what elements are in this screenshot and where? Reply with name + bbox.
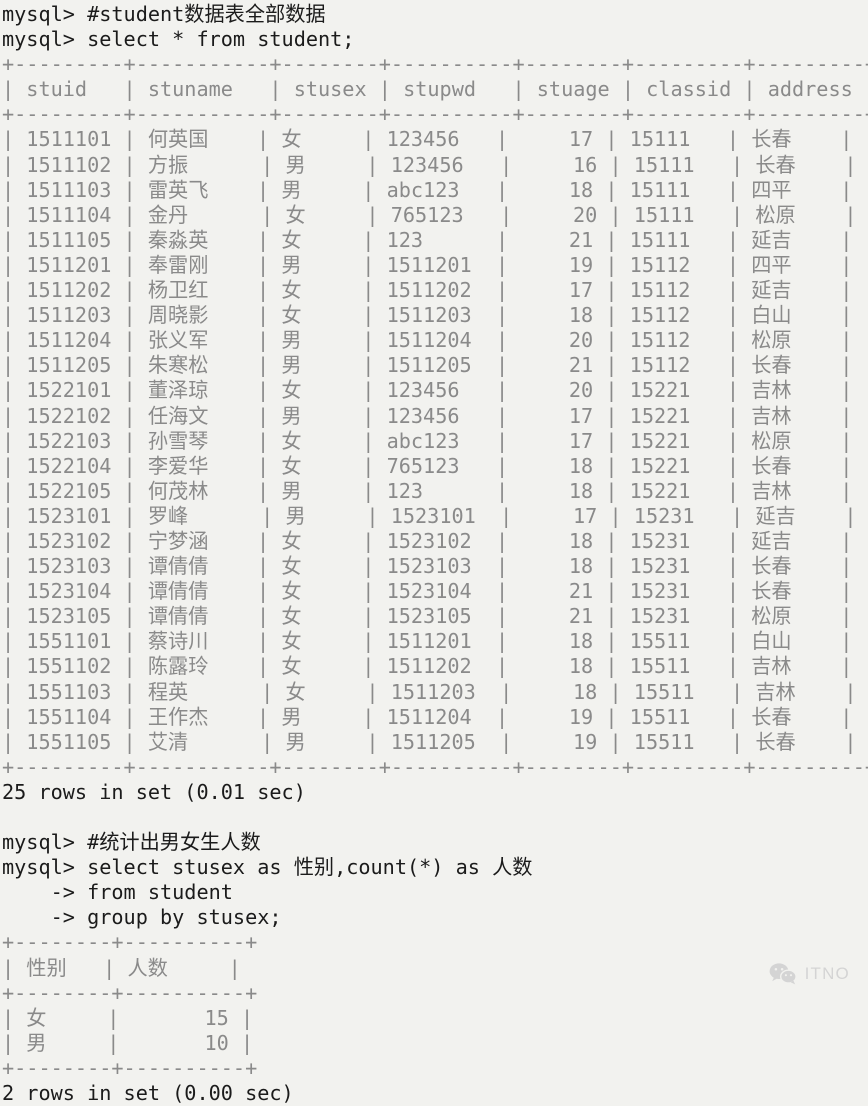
- table-row: | 1522103 | 孙雪琴 | 女 | abc123 | 17 | 1522…: [2, 428, 853, 453]
- table-rule: +---------+-----------+--------+--------…: [2, 102, 868, 127]
- table-row: | 1522105 | 何茂林 | 男 | 123 | 18 | 15221 |…: [2, 478, 853, 503]
- table-row: | 男 | 10 |: [2, 1030, 254, 1055]
- table-row: | 1511101 | 何英国 | 女 | 123456 | 17 | 1511…: [2, 127, 853, 152]
- result-footer: 25 rows in set (0.01 sec): [2, 779, 306, 804]
- table-row: | 1511205 | 朱寒松 | 男 | 1511205 | 21 | 151…: [2, 353, 853, 378]
- result-footer: 2 rows in set (0.00 sec): [2, 1081, 294, 1106]
- table-rule: +---------+-----------+--------+--------…: [2, 52, 868, 77]
- table-row: | 1511104 | 金丹 | 女 | 765123 | 20 | 15111…: [2, 202, 857, 227]
- table-row: | 1522101 | 董泽琼 | 女 | 123456 | 20 | 1522…: [2, 378, 853, 403]
- terminal-command-line: mysql> #student数据表全部数据: [2, 2, 326, 26]
- table-row: | 1511105 | 秦淼英 | 女 | 123 | 21 | 15111 |…: [2, 227, 853, 252]
- table-rule: +--------+----------+: [2, 980, 258, 1005]
- table-row: | 1551104 | 王作杰 | 男 | 1511204 | 19 | 155…: [2, 704, 853, 729]
- table-row: | 1523104 | 谭倩倩 | 女 | 1523104 | 21 | 152…: [2, 579, 853, 604]
- table-row: | 1522104 | 李爱华 | 女 | 765123 | 18 | 1522…: [2, 453, 853, 478]
- table-rule: +--------+----------+: [2, 1055, 258, 1080]
- table-rule: +--------+----------+: [2, 930, 258, 955]
- table-row: | 1511202 | 杨卫红 | 女 | 1511202 | 17 | 151…: [2, 278, 853, 303]
- table-header-row: | 性别 | 人数 |: [2, 955, 241, 980]
- table-row: | 1523102 | 宁梦涵 | 女 | 1523102 | 18 | 152…: [2, 528, 853, 553]
- table-row: | 1511102 | 方振 | 男 | 123456 | 16 | 15111…: [2, 152, 857, 177]
- table-rule: +---------+-----------+--------+--------…: [2, 754, 868, 779]
- table-row: | 1511204 | 张义军 | 男 | 1511204 | 20 | 151…: [2, 328, 853, 353]
- terminal-command-line: mysql> select stusex as 性别,count(*) as 人…: [2, 855, 533, 880]
- table-row: | 1511201 | 奉雷刚 | 男 | 1511201 | 19 | 151…: [2, 252, 853, 277]
- table-row: | 1551102 | 陈露玲 | 女 | 1511202 | 18 | 155…: [2, 654, 853, 679]
- table-row: | 1522102 | 任海文 | 男 | 123456 | 17 | 1522…: [2, 403, 853, 428]
- table-row: | 1523105 | 谭倩倩 | 女 | 1523105 | 21 | 152…: [2, 604, 853, 629]
- table-row: | 1511103 | 雷英飞 | 男 | abc123 | 18 | 1511…: [2, 177, 853, 202]
- terminal-command-line: -> group by stusex;: [2, 905, 282, 930]
- terminal-command-line: -> from student: [2, 880, 233, 905]
- table-header-row: | stuid | stuname | stusex | stupwd | st…: [2, 77, 868, 102]
- table-row: | 1511203 | 周晓影 | 女 | 1511203 | 18 | 151…: [2, 303, 853, 328]
- table-row: | 1551101 | 蔡诗川 | 女 | 1511201 | 18 | 155…: [2, 629, 853, 654]
- terminal-command-line: mysql> #统计出男女生人数: [2, 830, 261, 855]
- table-row: | 1523101 | 罗峰 | 男 | 1523101 | 17 | 1523…: [2, 503, 857, 528]
- terminal-command-line: mysql> select * from student;: [2, 27, 355, 52]
- table-row: | 女 | 15 |: [2, 1005, 254, 1030]
- table-row: | 1551105 | 艾清 | 男 | 1511205 | 19 | 1551…: [2, 729, 857, 754]
- table-row: | 1523103 | 谭倩倩 | 女 | 1523103 | 18 | 152…: [2, 554, 853, 579]
- terminal-output: mysql> #student数据表全部数据 mysql> select * fr…: [0, 0, 868, 1105]
- table-row: | 1551103 | 程英 | 女 | 1511203 | 18 | 1551…: [2, 679, 857, 704]
